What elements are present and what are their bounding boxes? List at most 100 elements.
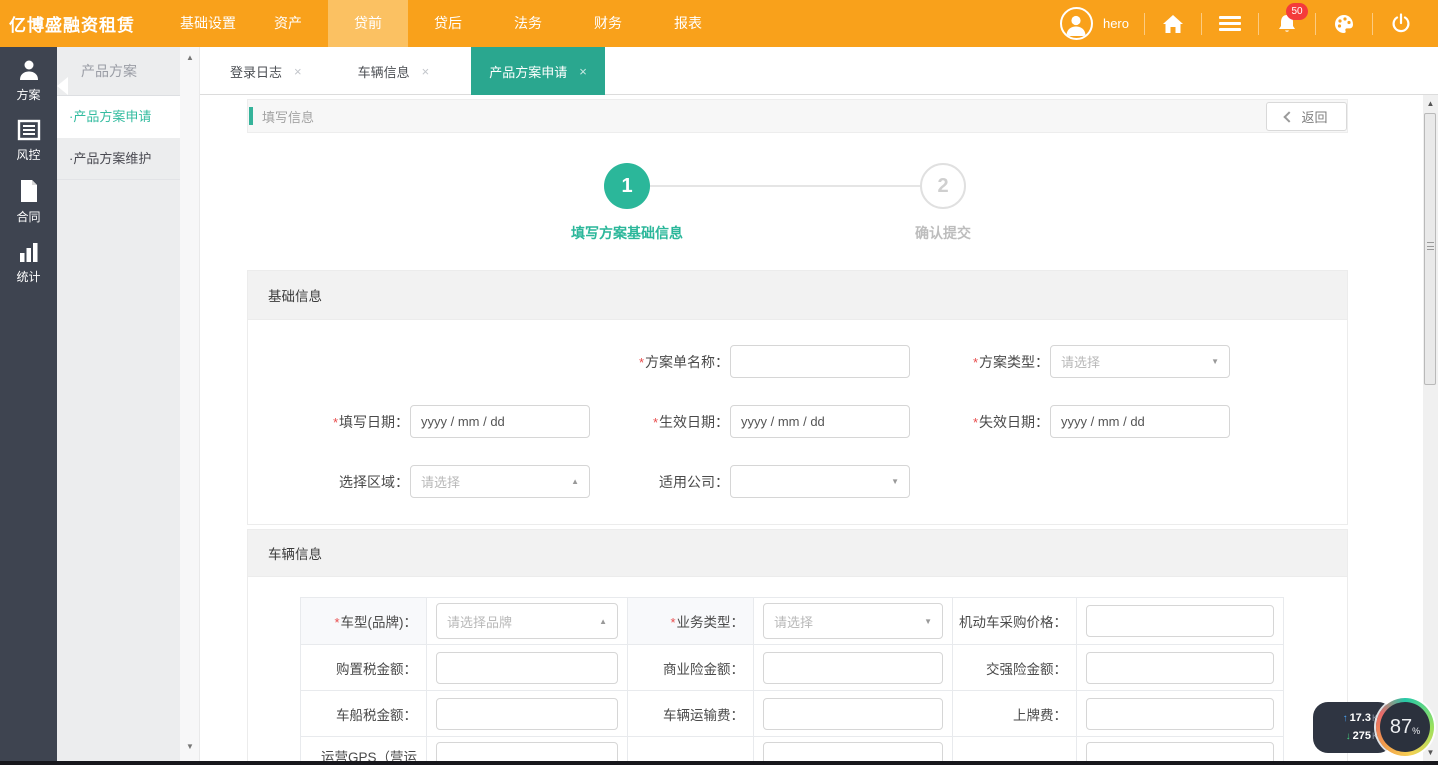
topbar-right-cluster: hero 50 <box>1060 7 1438 40</box>
field-label: 服务费： <box>628 737 754 762</box>
avatar[interactable] <box>1060 7 1093 40</box>
step-1-circle: 1 <box>604 163 650 209</box>
service-fee-input[interactable] <box>763 742 943 761</box>
vertical-scrollbar[interactable]: ▲ ▼ <box>1423 95 1438 761</box>
nav-item-pre-loan[interactable]: 贷前 <box>328 0 408 47</box>
basic-info-body: *方案单名称： *方案类型： 请选择 ▼ *填写日期： *生效日期： <box>247 320 1348 525</box>
purchase-tax-input[interactable] <box>436 652 618 684</box>
company-select[interactable]: ▼ <box>730 465 910 498</box>
list-icon <box>17 119 41 141</box>
divider <box>1201 13 1202 35</box>
nav-item-assets[interactable]: 资产 <box>248 0 328 47</box>
caret-icon: ▼ <box>891 477 899 486</box>
scroll-up-icon[interactable]: ▲ <box>180 53 200 62</box>
gps-fee-input[interactable] <box>436 742 618 761</box>
divider <box>1315 13 1316 35</box>
scheme-name-input[interactable] <box>730 345 910 378</box>
basic-info-header: 基础信息 <box>247 270 1348 320</box>
chevron-left-icon <box>1284 111 1295 122</box>
region-select[interactable]: 请选择 ▲ <box>410 465 590 498</box>
tab-close-icon[interactable]: × <box>294 64 302 79</box>
page-title: 填写信息 <box>262 107 314 126</box>
vehicle-info-body: *车型(品牌)： 请选择品牌 ▲ *业务类型： 请选择 ▼ <box>247 577 1348 761</box>
vehicle-info-panel: 车辆信息 *车型(品牌)： 请选择品牌 ▲ *业务类型： <box>247 529 1348 761</box>
field-label: 上牌费： <box>953 691 1077 737</box>
bell-icon[interactable]: 50 <box>1274 11 1300 37</box>
caret-icon: ▲ <box>599 617 607 626</box>
tab-login-log[interactable]: 登录日志 × <box>216 47 316 95</box>
submenu-item-scheme-apply[interactable]: ·产品方案申请 <box>57 96 180 138</box>
step-2-circle: 2 <box>920 163 966 209</box>
divider <box>1258 13 1259 35</box>
nav-item-post-loan[interactable]: 贷后 <box>408 0 488 47</box>
notification-badge: 50 <box>1286 3 1308 20</box>
vehicle-brand-select[interactable]: 请选择品牌 ▲ <box>436 603 618 639</box>
page-header-bar: 填写信息 返回 <box>247 99 1348 133</box>
tab-product-scheme-apply[interactable]: 产品方案申请 × <box>471 47 605 95</box>
rail-item-scheme[interactable]: 方案 <box>0 47 57 108</box>
download-speed: 275 <box>1353 730 1371 742</box>
basic-info-panel: 基础信息 *方案单名称： *方案类型： 请选择 ▼ *填写日期： <box>247 270 1348 525</box>
expiry-date-input[interactable] <box>1050 405 1230 438</box>
back-button[interactable]: 返回 <box>1266 102 1347 131</box>
nav-item-basic-settings[interactable]: 基础设置 <box>168 0 248 47</box>
field-label: 购置税金额： <box>301 645 427 691</box>
commercial-insurance-input[interactable] <box>763 652 943 684</box>
bottom-window-edge <box>0 761 1438 765</box>
field-label: *方案单名称： <box>639 352 729 372</box>
step-connector <box>650 185 920 187</box>
brand-logo: 亿博盛融资租赁 <box>0 11 168 36</box>
scrollbar-thumb[interactable] <box>1424 113 1436 385</box>
effective-date-input[interactable] <box>730 405 910 438</box>
purchase-price-input[interactable] <box>1086 605 1274 637</box>
tab-close-icon[interactable]: × <box>579 64 587 79</box>
empty-cell <box>270 345 590 378</box>
nav-item-reports[interactable]: 报表 <box>648 0 728 47</box>
menu-icon[interactable] <box>1217 11 1243 37</box>
field-label: 交强险金额： <box>953 645 1077 691</box>
field-label: 机动车采购价格： <box>953 598 1077 645</box>
home-icon[interactable] <box>1160 11 1186 37</box>
submenu-item-scheme-maintain[interactable]: ·产品方案维护 <box>57 138 180 180</box>
rail-item-contract[interactable]: 合同 <box>0 169 57 230</box>
tab-vehicle-info[interactable]: 车辆信息 × <box>344 47 444 95</box>
nav-item-legal[interactable]: 法务 <box>488 0 568 47</box>
step-indicator: 1 2 填写方案基础信息 确认提交 <box>247 147 1348 267</box>
field-label: 商业险金额： <box>628 645 754 691</box>
step-1-label: 填写方案基础信息 <box>517 223 737 243</box>
tab-close-icon[interactable]: × <box>422 64 430 79</box>
plate-fee-input[interactable] <box>1086 698 1274 730</box>
power-icon[interactable] <box>1388 11 1414 37</box>
active-rail-pointer <box>57 77 68 95</box>
vehicle-info-header: 车辆信息 <box>247 529 1348 577</box>
compulsory-insurance-input[interactable] <box>1086 652 1274 684</box>
business-type-select[interactable]: 请选择 ▼ <box>763 603 943 639</box>
nav-item-finance[interactable]: 财务 <box>568 0 648 47</box>
divider <box>1372 13 1373 35</box>
field-label: 失联保： <box>953 737 1077 762</box>
vehicle-vessel-tax-input[interactable] <box>436 698 618 730</box>
field-label: *生效日期： <box>653 412 729 432</box>
scrollbar-up-icon[interactable]: ▲ <box>1423 96 1438 111</box>
download-arrow-icon: ↓ <box>1346 731 1351 742</box>
divider <box>1144 13 1145 35</box>
submenu-scrollbar[interactable]: ▲ ▼ <box>180 47 200 761</box>
main-content: 填写信息 返回 1 2 填写方案基础信息 确认提交 基础信息 *方案单名称： *… <box>200 95 1423 761</box>
transport-fee-input[interactable] <box>763 698 943 730</box>
bar-chart-icon <box>17 241 41 263</box>
percentage-gauge-widget[interactable]: 87 % <box>1376 698 1434 756</box>
palette-icon[interactable] <box>1331 11 1357 37</box>
document-icon <box>18 179 40 203</box>
step-2-label: 确认提交 <box>833 223 1053 243</box>
scroll-down-icon[interactable]: ▼ <box>180 742 200 751</box>
loss-contact-insurance-input[interactable] <box>1086 742 1274 761</box>
rail-item-statistics[interactable]: 统计 <box>0 230 57 291</box>
fill-date-input[interactable] <box>410 405 590 438</box>
empty-cell <box>910 465 1230 498</box>
scheme-type-select[interactable]: 请选择 ▼ <box>1050 345 1230 378</box>
submenu-panel: 产品方案 ·产品方案申请 ·产品方案维护 <box>57 47 180 761</box>
left-rail: 方案 风控 合同 统计 <box>0 47 57 761</box>
rail-item-risk[interactable]: 风控 <box>0 108 57 169</box>
caret-icon: ▼ <box>924 617 932 626</box>
user-avatar-icon <box>1063 11 1089 37</box>
